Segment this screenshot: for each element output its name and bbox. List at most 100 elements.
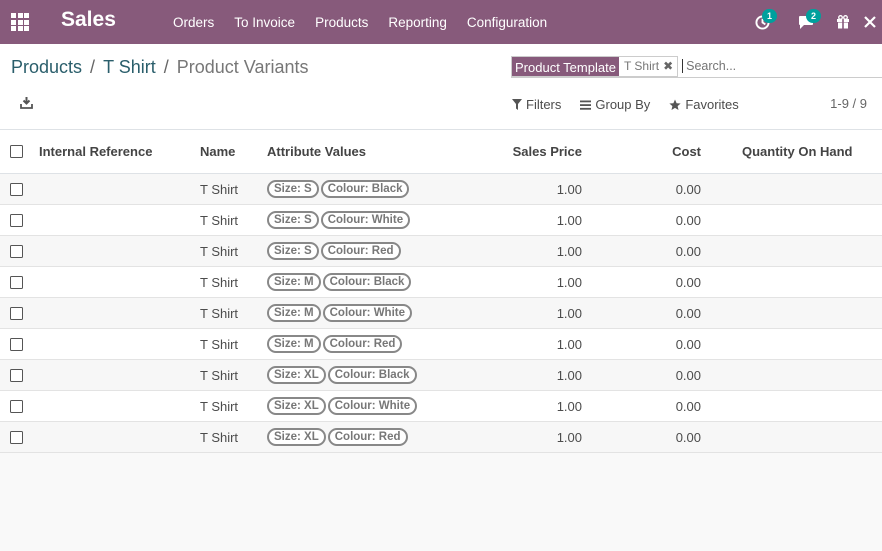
row-name: T Shirt (200, 398, 239, 414)
column-quantity-on-hand[interactable]: Quantity On Hand (742, 144, 853, 159)
row-name: T Shirt (200, 429, 239, 445)
colour-tag: Colour: Black (327, 366, 417, 384)
row-cost: 0.00 (675, 181, 701, 197)
close-app-button[interactable] (858, 0, 882, 44)
table-row[interactable]: T Shirt Size: XL Colour: White 1.00 0.00 (0, 391, 882, 422)
row-cost: 0.00 (675, 429, 701, 445)
breadcrumb-separator: / (90, 57, 96, 77)
facet-value-text: T Shirt (623, 58, 660, 73)
row-sales-price: 1.00 (556, 305, 582, 321)
table-row[interactable]: T Shirt Size: S Colour: White 1.00 0.00 (0, 205, 882, 236)
top-navbar: Sales Orders To Invoice Products Reporti… (0, 0, 882, 44)
pager-value[interactable]: 1-9 / 9 (830, 96, 867, 111)
row-name: T Shirt (200, 305, 239, 321)
column-name[interactable]: Name (200, 144, 235, 159)
messages-button[interactable]: 2 (784, 0, 828, 44)
control-panel: Products / T Shirt / Product Variants Pr… (0, 44, 882, 130)
row-name: T Shirt (200, 243, 239, 259)
table-header: Internal Reference Name Attribute Values… (0, 130, 882, 174)
size-tag: Size: XL (267, 397, 326, 415)
breadcrumb-products[interactable]: Products (11, 57, 82, 78)
size-tag: Size: XL (267, 366, 326, 384)
search-box: Product Template T Shirt ✖ (511, 54, 882, 78)
colour-tag: Colour: Red (320, 242, 401, 260)
row-sales-price: 1.00 (556, 367, 582, 383)
row-sales-price: 1.00 (556, 212, 582, 228)
row-checkbox[interactable] (10, 244, 23, 258)
column-cost[interactable]: Cost (672, 144, 701, 159)
facet-label: Product Template (512, 56, 619, 76)
row-cost: 0.00 (675, 398, 701, 414)
menu-configuration[interactable]: Configuration (457, 15, 557, 30)
size-tag: Size: XL (267, 428, 326, 446)
colour-tag: Colour: White (320, 211, 411, 229)
breadcrumb-t-shirt[interactable]: T Shirt (103, 57, 156, 78)
search-options: Filters Group By Favorites (512, 97, 758, 112)
row-sales-price: 1.00 (556, 398, 582, 414)
table-row[interactable]: T Shirt Size: M Colour: White 1.00 0.00 (0, 298, 882, 329)
row-checkbox[interactable] (10, 430, 23, 444)
size-tag: Size: M (267, 335, 321, 353)
column-sales-price[interactable]: Sales Price (513, 144, 582, 159)
row-attribute-values: Size: M Colour: Red (267, 335, 404, 353)
table-row[interactable]: T Shirt Size: XL Colour: Black 1.00 0.00 (0, 360, 882, 391)
activity-badge: 1 (762, 9, 778, 23)
colour-tag: Colour: Black (320, 180, 410, 198)
menu-reporting[interactable]: Reporting (378, 15, 457, 30)
activity-button[interactable]: 1 (740, 0, 784, 44)
size-tag: Size: M (267, 304, 321, 322)
table-body: T Shirt Size: S Colour: Black 1.00 0.00 T Shi… (0, 174, 882, 453)
gift-icon (837, 15, 849, 29)
column-internal-reference[interactable]: Internal Reference (39, 144, 152, 159)
row-checkbox[interactable] (10, 368, 23, 382)
row-attribute-values: Size: S Colour: Black (267, 180, 411, 198)
row-checkbox[interactable] (10, 399, 23, 413)
menu-products[interactable]: Products (305, 15, 378, 30)
row-checkbox[interactable] (10, 213, 23, 227)
colour-tag: Colour: White (322, 304, 412, 322)
row-checkbox[interactable] (10, 275, 23, 289)
row-checkbox[interactable] (10, 306, 23, 320)
size-tag: Size: M (267, 273, 321, 291)
row-checkbox[interactable] (10, 182, 23, 196)
table-row[interactable]: T Shirt Size: XL Colour: Red 1.00 0.00 (0, 422, 882, 453)
gift-button[interactable] (828, 0, 858, 44)
size-tag: Size: S (267, 242, 319, 260)
group-by-button[interactable]: Group By (580, 97, 650, 112)
row-cost: 0.00 (675, 336, 701, 352)
menu-to-invoice[interactable]: To Invoice (224, 15, 305, 30)
table-row[interactable]: T Shirt Size: M Colour: Black 1.00 0.00 (0, 267, 882, 298)
apps-grid-icon[interactable] (11, 13, 29, 31)
export-button[interactable] (20, 96, 34, 110)
search-input[interactable] (682, 58, 882, 73)
page-title: Product Variants (176, 57, 309, 77)
row-sales-price: 1.00 (556, 243, 582, 259)
row-name: T Shirt (200, 181, 239, 197)
row-attribute-values: Size: S Colour: Red (267, 242, 403, 260)
table-row[interactable]: T Shirt Size: S Colour: Black 1.00 0.00 (0, 174, 882, 205)
row-checkbox[interactable] (10, 337, 23, 351)
favorites-button[interactable]: Favorites (669, 97, 739, 112)
favorites-label: Favorites (685, 97, 739, 112)
systray: 1 2 (740, 0, 882, 44)
column-attribute-values[interactable]: Attribute Values (267, 144, 366, 159)
size-tag: Size: S (267, 211, 319, 229)
row-cost: 0.00 (675, 243, 701, 259)
download-icon (20, 97, 33, 109)
colour-tag: Colour: White (327, 397, 418, 415)
select-all-checkbox[interactable] (10, 145, 23, 158)
row-cost: 0.00 (675, 305, 701, 321)
filters-button[interactable]: Filters (512, 97, 561, 112)
table-row[interactable]: T Shirt Size: M Colour: Red 1.00 0.00 (0, 329, 882, 360)
row-sales-price: 1.00 (556, 429, 582, 445)
variants-table: Internal Reference Name Attribute Values… (0, 130, 882, 453)
app-title[interactable]: Sales (61, 8, 116, 32)
table-row[interactable]: T Shirt Size: S Colour: Red 1.00 0.00 (0, 236, 882, 267)
main-menu: Orders To Invoice Products Reporting Con… (163, 0, 557, 44)
row-attribute-values: Size: XL Colour: White (267, 397, 419, 415)
menu-orders[interactable]: Orders (163, 15, 224, 30)
group-by-label: Group By (595, 97, 651, 112)
row-attribute-values: Size: XL Colour: Red (267, 428, 410, 446)
facet-remove-icon[interactable]: ✖ (663, 58, 673, 75)
facet-value: T Shirt ✖ (618, 56, 678, 76)
